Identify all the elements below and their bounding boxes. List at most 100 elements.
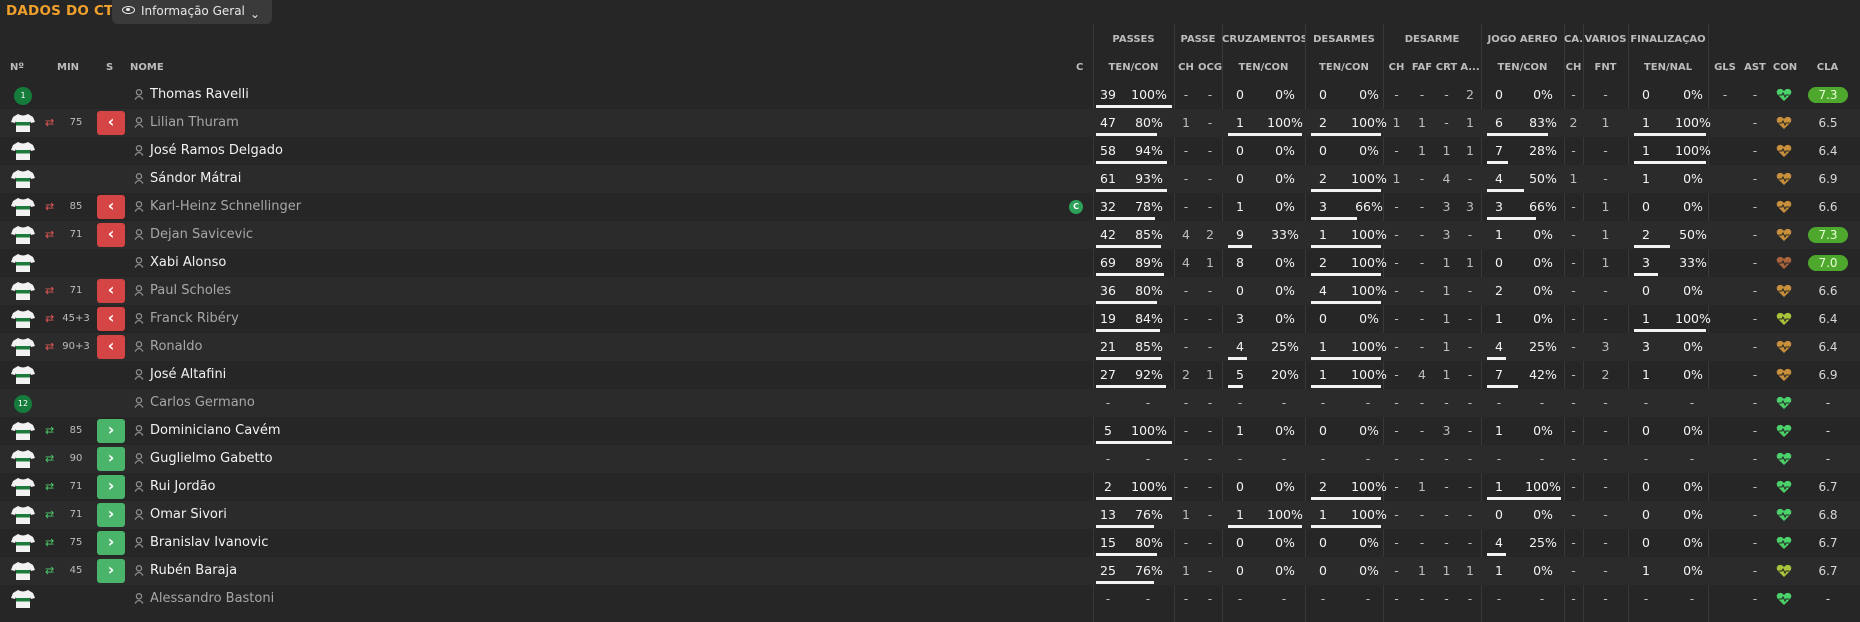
condition-heart-icon: [1776, 256, 1792, 270]
table-row[interactable]: José Altafini 27 92% 5 20% 1 100% 7 42% 1 0% 2 1-4 1-…: [0, 361, 1860, 389]
column-header-gls[interactable]: GLS: [1710, 62, 1740, 73]
view-selector-button[interactable]: Informação Geral ⌄: [112, 0, 272, 24]
column-header-ca_ch[interactable]: CH: [1564, 62, 1583, 73]
sub-out-button[interactable]: ‹: [97, 195, 125, 219]
column-header-passe_ocg[interactable]: OCG: [1198, 62, 1222, 73]
column-header-c[interactable]: C: [1076, 62, 1083, 73]
player-name[interactable]: Paul Scholes: [150, 283, 231, 298]
player-name[interactable]: Thomas Ravelli: [150, 87, 249, 102]
table-row[interactable]: ⇄ 90 › Guglielmo Gabetto - - - - - - - - - - - - - - - - - - -…: [0, 445, 1860, 473]
shirt-icon: [11, 281, 35, 301]
column-header-min[interactable]: MIN: [57, 62, 79, 73]
player-name[interactable]: Dejan Savicevic: [150, 227, 253, 242]
player-name[interactable]: Rubén Baraja: [150, 563, 237, 578]
substitution-arrows-icon: ⇄: [45, 228, 54, 241]
sub-out-button[interactable]: ‹: [97, 111, 125, 135]
stat-gls: -: [1752, 199, 1758, 214]
column-header-cruz[interactable]: TEN/CON: [1222, 62, 1305, 73]
player-name[interactable]: Omar Sivori: [150, 507, 227, 522]
stat-fnt: -: [1603, 171, 1608, 186]
player-name[interactable]: José Altafini: [150, 367, 226, 382]
table-row[interactable]: ⇄ 75 › Branislav Ivanovic 15 80% 0 0% 0 0% 4 25% 0 0%…: [0, 529, 1860, 557]
stat-d_a: -: [1467, 479, 1473, 494]
table-row[interactable]: ⇄ 71 › Rui Jordão 2 100% 0 0% 2 100% 1 100% 0 0% - - -1-…: [0, 473, 1860, 501]
sub-in-button[interactable]: ›: [97, 447, 125, 471]
column-header-cla[interactable]: CLA: [1805, 62, 1850, 73]
column-header-con[interactable]: CON: [1770, 62, 1800, 73]
table-row[interactable]: ⇄ 71 › Omar Sivori 13 76% 1 100% 1 100% 0 0% 0 0% 1- - -…: [0, 501, 1860, 529]
column-header-desarme_ch[interactable]: CH: [1383, 62, 1410, 73]
column-header-ast[interactable]: AST: [1740, 62, 1770, 73]
sub-out-button[interactable]: ‹: [97, 279, 125, 303]
sub-in-button[interactable]: ›: [97, 531, 125, 555]
rating-badge: 6.9: [1818, 172, 1838, 186]
table-row[interactable]: ⇄ 85 › Dominiciano Cavém 5 100% 1 0% 0 0% 1 0% 0 0% - -…: [0, 417, 1860, 445]
stat-cruz-bar: [1228, 133, 1302, 136]
table-row[interactable]: Alessandro Bastoni - - - - - - - - - - - - - - - - - - - -: [0, 585, 1860, 613]
sub-in-button[interactable]: ›: [97, 503, 125, 527]
stat-cruz-pct: -: [1281, 451, 1287, 466]
player-name[interactable]: Karl-Heinz Schnellinger: [150, 199, 301, 214]
column-header-desarme_crt[interactable]: CRT: [1434, 62, 1459, 73]
column-header-desarmes[interactable]: TEN/CON: [1305, 62, 1383, 73]
stat-des-value: 1: [1319, 507, 1327, 522]
column-header-final[interactable]: TEN/NAL: [1628, 62, 1708, 73]
player-name[interactable]: José Ramos Delgado: [150, 143, 283, 158]
stat-passes-pct: 84%: [1135, 311, 1163, 326]
player-name[interactable]: Franck Ribéry: [150, 311, 239, 326]
stat-aereo-bar: [1487, 385, 1518, 388]
table-row[interactable]: Sándor Mátrai 61 93% 0 0% 2 100% 4 50% 1 0% - -1-4-1…: [0, 165, 1860, 193]
table-row[interactable]: 12 Carlos Germano - - - - - - - - - - - - - - - - - - - -: [0, 389, 1860, 417]
player-name[interactable]: Xabi Alonso: [150, 255, 226, 270]
player-name[interactable]: Ronaldo: [150, 339, 202, 354]
table-row[interactable]: ⇄ 45+3 ‹ Franck Ribéry 19 84% 3 0% 0 0% 1 0% 1 100% - -…: [0, 305, 1860, 333]
stat-des-pct: -: [1365, 451, 1371, 466]
table-row[interactable]: ⇄ 71 ‹ Paul Scholes 36 80% 0 0% 4 100% 2 0% 0 0% - - - -1…: [0, 277, 1860, 305]
sub-in-button[interactable]: ›: [97, 475, 125, 499]
player-name[interactable]: Branislav Ivanovic: [150, 535, 268, 550]
stat-d_faf: -: [1419, 283, 1425, 298]
sub-in-button[interactable]: ›: [97, 419, 125, 443]
stat-passes-pct: 93%: [1135, 171, 1163, 186]
table-row[interactable]: ⇄ 45 › Rubén Baraja 25 76% 0 0% 0 0% 1 0% 1 0% 1- -1 1 1-…: [0, 557, 1860, 585]
stat-des-bar: [1311, 189, 1381, 192]
sub-out-button[interactable]: ‹: [97, 307, 125, 331]
column-header-s[interactable]: S: [106, 62, 113, 73]
player-name[interactable]: Carlos Germano: [150, 395, 255, 410]
column-header-passe_ch[interactable]: CH: [1174, 62, 1198, 73]
stat-cruz-pct: 0%: [1275, 87, 1295, 102]
sub-out-button[interactable]: ‹: [97, 223, 125, 247]
sub-out-button[interactable]: ‹: [97, 335, 125, 359]
player-name[interactable]: Lilian Thuram: [150, 115, 239, 130]
table-row[interactable]: 1 Thomas Ravelli 39 100% 0 0% 0 0% 0 0% 0 0% - - - - -2-…: [0, 81, 1860, 109]
stat-final-pct: 0%: [1683, 479, 1703, 494]
column-header-num[interactable]: Nº: [10, 62, 24, 73]
column-header-desarme_a[interactable]: A...: [1459, 62, 1481, 73]
table-row[interactable]: ⇄ 85 ‹ Karl-Heinz Schnellinger C 32 78% 1 0% 3 66%…: [0, 193, 1860, 221]
table-row[interactable]: ⇄ 71 ‹ Dejan Savicevic 42 85% 9 33% 1 100% 1 0% 2 50%…: [0, 221, 1860, 249]
player-name[interactable]: Dominiciano Cavém: [150, 423, 281, 438]
column-header-nome[interactable]: NOME: [130, 62, 164, 73]
column-header-aereo[interactable]: TEN/CON: [1481, 62, 1564, 73]
table-row[interactable]: José Ramos Delgado 58 94% 0 0% 0 0% 7 28% 1 100% - -…: [0, 137, 1860, 165]
stat-p_ch: 1: [1182, 115, 1190, 130]
player-person-icon: [134, 89, 144, 100]
player-name[interactable]: Guglielmo Gabetto: [150, 451, 273, 466]
table-row[interactable]: ⇄ 75 ‹ Lilian Thuram 47 80% 1 100% 2 100% 6 83% 1 100…: [0, 109, 1860, 137]
stat-aereo-value: 0: [1495, 255, 1503, 270]
player-name[interactable]: Sándor Mátrai: [150, 171, 241, 186]
table-row[interactable]: Xabi Alonso 69 89% 8 0% 2 100% 0 0% 3 33% 4 1- -1 1-1-…: [0, 249, 1860, 277]
stat-final-pct: 0%: [1683, 339, 1703, 354]
stat-ca_ch: -: [1571, 507, 1576, 522]
player-person-icon: [134, 425, 144, 436]
player-name[interactable]: Rui Jordão: [150, 479, 216, 494]
stat-final-bar: [1634, 329, 1706, 332]
column-header-varios_fnt[interactable]: FNT: [1583, 62, 1628, 73]
table-row[interactable]: ⇄ 90+3 ‹ Ronaldo 21 85% 4 25% 1 100% 4 25% 3 0% - - - -1-…: [0, 333, 1860, 361]
column-header-desarme_faf[interactable]: FAF: [1410, 62, 1434, 73]
stat-aereo-value: -: [1496, 395, 1502, 410]
player-name[interactable]: Alessandro Bastoni: [150, 591, 274, 606]
stat-fnt: -: [1603, 143, 1608, 158]
sub-in-button[interactable]: ›: [97, 559, 125, 583]
column-header-passes[interactable]: TEN/CON: [1093, 62, 1174, 73]
